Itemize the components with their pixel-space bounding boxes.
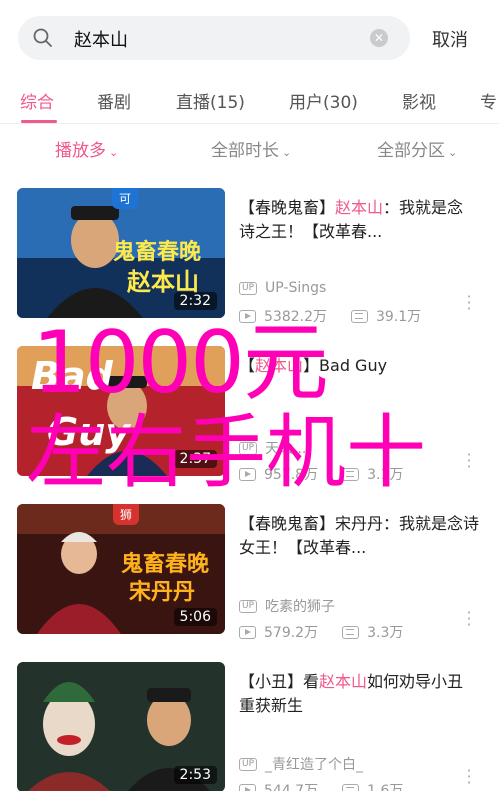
- video-title[interactable]: 【春晚鬼畜】赵本山：我就是念诗之王！【改革春...: [239, 196, 479, 244]
- title-highlight: 赵本山: [255, 356, 304, 375]
- play-count-icon: [239, 467, 256, 481]
- video-thumbnail[interactable]: 可 鬼畜春晚 赵本山 2:32: [17, 188, 225, 318]
- play-count: 579.2万: [264, 625, 319, 641]
- filter-sort-label: 播放多: [55, 141, 106, 161]
- video-list-item[interactable]: 2:53 【小丑】看赵本山如何劝导小丑重获新生 UP _青红造了个白_ 544.7…: [0, 662, 499, 791]
- search-query-text: 赵本山: [74, 30, 128, 51]
- danmaku-icon: [342, 783, 360, 791]
- thumbnail-caption: Bad: [31, 354, 113, 398]
- danmaku-count: 39.1万: [376, 309, 422, 325]
- title-highlight: 赵本山: [319, 672, 368, 691]
- uploader-row[interactable]: UP 吃素的狮子: [239, 596, 335, 616]
- tab-movies[interactable]: 影视: [402, 88, 436, 113]
- uploader-row[interactable]: UP 天绘...: [239, 438, 306, 458]
- more-options-icon[interactable]: · · ·: [466, 447, 472, 475]
- up-icon: UP: [239, 757, 258, 771]
- video-list-item[interactable]: 狮 鬼畜春晚 宋丹丹 5:06 【春晚鬼畜】宋丹丹：我就是念诗女王！【改革春..…: [0, 504, 499, 662]
- chevron-down-icon: ⌄: [109, 146, 119, 159]
- uploader-name: 天绘...: [265, 441, 307, 457]
- video-title[interactable]: 【赵本山】Bad Guy: [239, 354, 479, 378]
- video-thumbnail[interactable]: 狮 鬼畜春晚 宋丹丹 5:06: [17, 504, 225, 634]
- search-icon: [33, 28, 52, 47]
- video-stats: 579.2万 3.3万: [239, 622, 403, 642]
- tab-active-indicator: [21, 120, 57, 123]
- video-title[interactable]: 【小丑】看赵本山如何劝导小丑重获新生: [239, 670, 479, 718]
- search-tabs: 综合 番剧 直播(15) 用户(30) 影视 专: [0, 80, 499, 124]
- filter-duration-label: 全部时长: [211, 141, 279, 161]
- tab-special[interactable]: 专: [480, 88, 497, 113]
- filter-row: 播放多 ⌄ 全部时长 ⌄ 全部分区 ⌄: [0, 128, 499, 172]
- clear-icon[interactable]: ✕: [370, 29, 388, 47]
- filter-zone[interactable]: 全部分区 ⌄: [377, 136, 457, 161]
- video-duration: 2:37: [173, 450, 217, 468]
- thumbnail-caption: 宋丹丹: [129, 580, 196, 605]
- danmaku-icon: [342, 625, 360, 639]
- title-text: 】Bad Guy: [303, 356, 388, 375]
- danmaku-count: 3.3万: [367, 625, 404, 641]
- play-count-icon: [239, 625, 256, 639]
- video-title[interactable]: 【春晚鬼畜】宋丹丹：我就是念诗女王！【改革春...: [239, 512, 479, 560]
- tab-bangumi[interactable]: 番剧: [97, 88, 131, 113]
- thumbnail-badge: 可: [112, 188, 139, 209]
- video-stats: 544.7万 1.6万: [239, 780, 403, 791]
- more-options-icon[interactable]: · · ·: [466, 605, 472, 633]
- video-thumbnail[interactable]: Bad Guy 2:37: [17, 346, 225, 476]
- video-stats: 957.8万 3.1万: [239, 464, 403, 484]
- tab-users[interactable]: 用户(30): [289, 88, 358, 113]
- video-duration: 2:53: [173, 766, 217, 784]
- uploader-name: 吃素的狮子: [265, 599, 336, 615]
- title-text: 【春晚鬼畜】: [239, 198, 336, 217]
- play-count: 544.7万: [264, 783, 319, 791]
- uploader-row[interactable]: UP _青红造了个白_: [239, 754, 363, 774]
- title-text: 【: [239, 356, 256, 375]
- play-count: 957.8万: [264, 467, 319, 483]
- filter-sort[interactable]: 播放多 ⌄: [55, 136, 118, 161]
- up-icon: UP: [239, 281, 258, 295]
- video-list-item[interactable]: 可 鬼畜春晚 赵本山 2:32 【春晚鬼畜】赵本山：我就是念诗之王！【改革春..…: [0, 188, 499, 346]
- uploader-name: _青红造了个白_: [265, 757, 364, 773]
- danmaku-count: 3.1万: [367, 467, 404, 483]
- search-bar-row: 赵本山 ✕ 取消: [0, 0, 499, 78]
- more-options-icon[interactable]: · · ·: [466, 289, 472, 317]
- filter-duration[interactable]: 全部时长 ⌄: [211, 136, 291, 161]
- more-options-icon[interactable]: · · ·: [466, 763, 472, 791]
- tab-all[interactable]: 综合: [20, 88, 54, 113]
- uploader-name: UP-Sings: [265, 280, 327, 296]
- tab-live[interactable]: 直播(15): [176, 88, 245, 113]
- video-duration: 5:06: [173, 608, 217, 626]
- danmaku-icon: [351, 309, 368, 323]
- video-thumbnail[interactable]: 2:53: [17, 662, 225, 791]
- video-duration: 2:32: [173, 292, 217, 310]
- video-stats: 5382.2万 39.1万: [239, 306, 421, 326]
- play-count-icon: [239, 309, 256, 323]
- title-text: 【小丑】看: [239, 672, 320, 691]
- chevron-down-icon: ⌄: [282, 146, 292, 159]
- play-count-icon: [239, 783, 256, 791]
- danmaku-icon: [342, 467, 360, 481]
- up-icon: UP: [239, 441, 258, 455]
- thumbnail-caption: Guy: [47, 410, 131, 454]
- title-highlight: 赵本山: [335, 198, 384, 217]
- play-count: 5382.2万: [264, 309, 327, 325]
- up-icon: UP: [239, 599, 258, 613]
- danmaku-count: 1.6万: [367, 783, 404, 791]
- chevron-down-icon: ⌄: [448, 146, 458, 159]
- filter-zone-label: 全部分区: [377, 141, 445, 161]
- thumbnail-badge: 狮: [113, 504, 140, 525]
- cancel-button[interactable]: 取消: [432, 26, 468, 52]
- video-list-item[interactable]: Bad Guy 2:37 【赵本山】Bad Guy UP 天绘... 957.8万…: [0, 346, 499, 504]
- title-text: 【春晚鬼畜】宋丹丹：我就是念诗女王！【改革春...: [239, 514, 480, 557]
- search-input[interactable]: 赵本山 ✕: [18, 16, 410, 60]
- uploader-row[interactable]: UP UP-Sings: [239, 280, 326, 296]
